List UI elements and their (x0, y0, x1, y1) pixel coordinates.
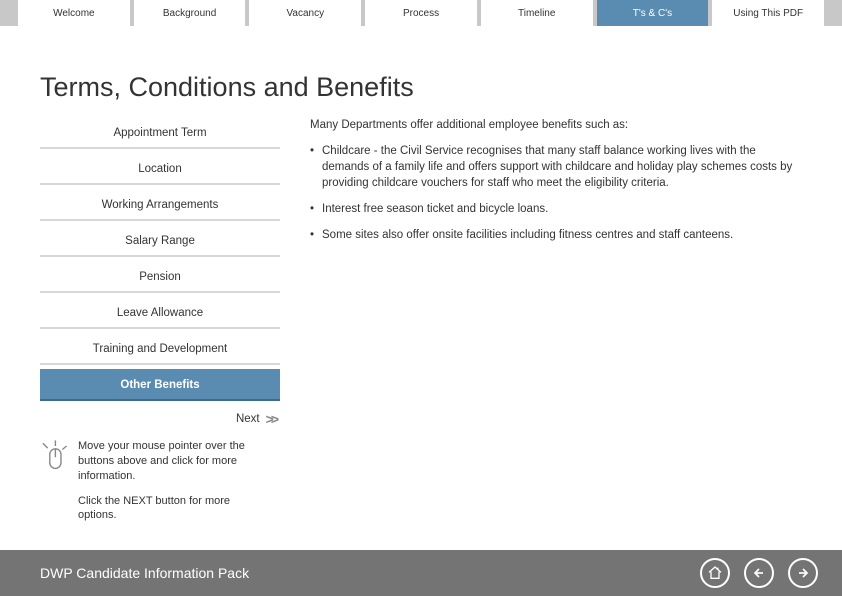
sidebar-item-training-development[interactable]: Training and Development (40, 333, 280, 365)
hint-block: Move your mouse pointer over the buttons… (40, 439, 280, 533)
sidebar-item-location[interactable]: Location (40, 153, 280, 185)
footer-title: DWP Candidate Information Pack (40, 565, 249, 581)
sidebar-item-salary-range[interactable]: Salary Range (40, 225, 280, 257)
sidebar: Appointment Term Location Working Arrang… (40, 117, 280, 533)
nav-tab-vacancy[interactable]: Vacancy (249, 0, 361, 26)
hint-line-1: Move your mouse pointer over the buttons… (78, 439, 248, 484)
nav-tab-using-pdf[interactable]: Using This PDF (712, 0, 824, 26)
main-area: Terms, Conditions and Benefits Appointme… (0, 26, 842, 533)
footer: DWP Candidate Information Pack (0, 550, 842, 596)
mouse-pointer-icon (40, 439, 68, 478)
hint-line-2: Click the NEXT button for more options. (78, 494, 248, 524)
sidebar-item-other-benefits[interactable]: Other Benefits (40, 369, 280, 401)
nav-tab-tcs[interactable]: T's & C's (597, 0, 709, 26)
arrow-left-icon (751, 565, 767, 581)
home-button[interactable] (700, 558, 730, 588)
arrow-right-icon (795, 565, 811, 581)
content-intro: Many Departments offer additional employ… (310, 117, 802, 133)
nav-tab-background[interactable]: Background (134, 0, 246, 26)
bullet-item: Childcare - the Civil Service recognises… (310, 143, 802, 191)
sidebar-item-pension[interactable]: Pension (40, 261, 280, 293)
nav-tab-welcome[interactable]: Welcome (18, 0, 130, 26)
body-content: Many Departments offer additional employ… (310, 117, 802, 533)
hint-text: Move your mouse pointer over the buttons… (78, 439, 248, 533)
bullet-item: Interest free season ticket and bicycle … (310, 201, 802, 217)
page-title: Terms, Conditions and Benefits (40, 72, 802, 103)
prev-button[interactable] (744, 558, 774, 588)
next-chevron-icon[interactable]: >> (266, 411, 276, 427)
next-button[interactable] (788, 558, 818, 588)
next-label[interactable]: Next (236, 413, 260, 425)
sidebar-item-working-arrangements[interactable]: Working Arrangements (40, 189, 280, 221)
footer-icons (700, 558, 818, 588)
home-icon (707, 565, 723, 581)
nav-tab-timeline[interactable]: Timeline (481, 0, 593, 26)
content-bullets: Childcare - the Civil Service recognises… (310, 143, 802, 243)
next-row: Next >> (40, 411, 280, 427)
nav-tab-process[interactable]: Process (365, 0, 477, 26)
sidebar-item-leave-allowance[interactable]: Leave Allowance (40, 297, 280, 329)
content-row: Appointment Term Location Working Arrang… (40, 117, 802, 533)
top-nav: Welcome Background Vacancy Process Timel… (0, 0, 842, 26)
sidebar-item-appointment-term[interactable]: Appointment Term (40, 117, 280, 149)
bullet-item: Some sites also offer onsite facilities … (310, 227, 802, 243)
